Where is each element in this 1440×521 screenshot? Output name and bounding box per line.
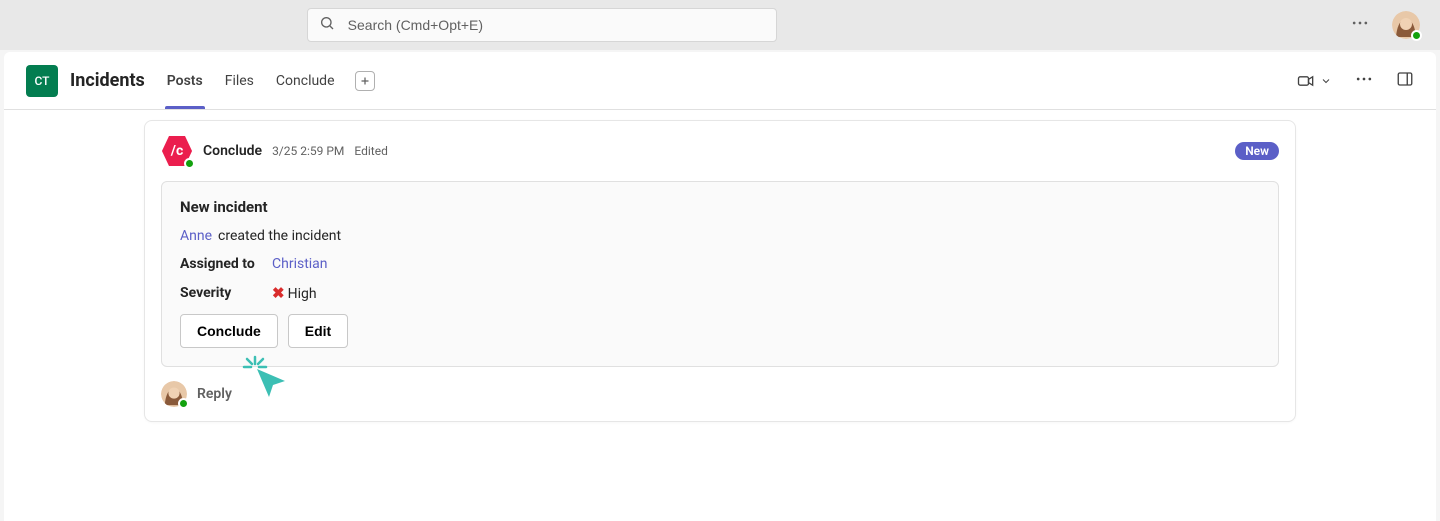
presence-badge [1411, 30, 1422, 41]
assigned-mention[interactable]: Christian [272, 256, 328, 272]
channel-header-right [1296, 69, 1414, 93]
post-card: /c Conclude 3/25 2:59 PM Edited New New … [144, 120, 1296, 422]
post-header: /c Conclude 3/25 2:59 PM Edited New [161, 135, 1279, 167]
search-icon [319, 15, 335, 35]
channel-more-icon[interactable] [1354, 69, 1374, 93]
severity-label: Severity [180, 285, 266, 301]
edit-button[interactable]: Edit [288, 314, 348, 348]
x-icon: ✖ [272, 284, 285, 302]
presence-badge [184, 158, 195, 169]
tab-posts[interactable]: Posts [165, 52, 205, 109]
content-area: /c Conclude 3/25 2:59 PM Edited New New … [4, 110, 1436, 521]
incident-card: New incident Anne created the incident A… [161, 181, 1279, 367]
reply-label: Reply [197, 386, 232, 402]
meet-button[interactable] [1296, 71, 1332, 91]
reply-row[interactable]: Reply [161, 381, 1279, 407]
open-pane-icon[interactable] [1396, 70, 1414, 92]
reply-avatar [161, 381, 187, 407]
post-edited-label: Edited [354, 144, 387, 158]
post-sender[interactable]: Conclude [203, 143, 262, 159]
app-avatar: /c [161, 135, 193, 167]
search-input[interactable] [307, 8, 777, 42]
severity-value-wrap: ✖High [272, 284, 317, 302]
assigned-label: Assigned to [180, 256, 266, 272]
search-wrap [307, 8, 777, 42]
severity-value: High [288, 286, 317, 302]
conclude-button[interactable]: Conclude [180, 314, 278, 348]
post-timestamp: 3/25 2:59 PM [272, 144, 344, 158]
channel-title: Incidents [70, 70, 145, 91]
tabs: Posts Files Conclude [165, 52, 375, 109]
add-tab-button[interactable] [355, 71, 375, 91]
card-title: New incident [180, 198, 1260, 216]
more-icon[interactable] [1350, 13, 1370, 37]
card-creator-line: Anne created the incident [180, 228, 1260, 244]
chevron-down-icon [1320, 75, 1332, 87]
status-badge: New [1235, 142, 1279, 160]
topbar-right [1350, 11, 1420, 39]
creator-mention[interactable]: Anne [180, 228, 212, 244]
card-severity-line: Severity ✖High [180, 284, 1260, 302]
channel-header: CT Incidents Posts Files Conclude [4, 52, 1436, 110]
tab-conclude[interactable]: Conclude [274, 52, 337, 109]
creator-suffix: created the incident [218, 228, 341, 244]
tab-files[interactable]: Files [223, 52, 256, 109]
card-actions: Conclude Edit [180, 314, 1260, 348]
channel-icon: CT [26, 65, 58, 97]
presence-badge [178, 398, 189, 409]
user-avatar[interactable] [1392, 11, 1420, 39]
top-command-bar [0, 0, 1440, 50]
card-assigned-line: Assigned to Christian [180, 256, 1260, 272]
